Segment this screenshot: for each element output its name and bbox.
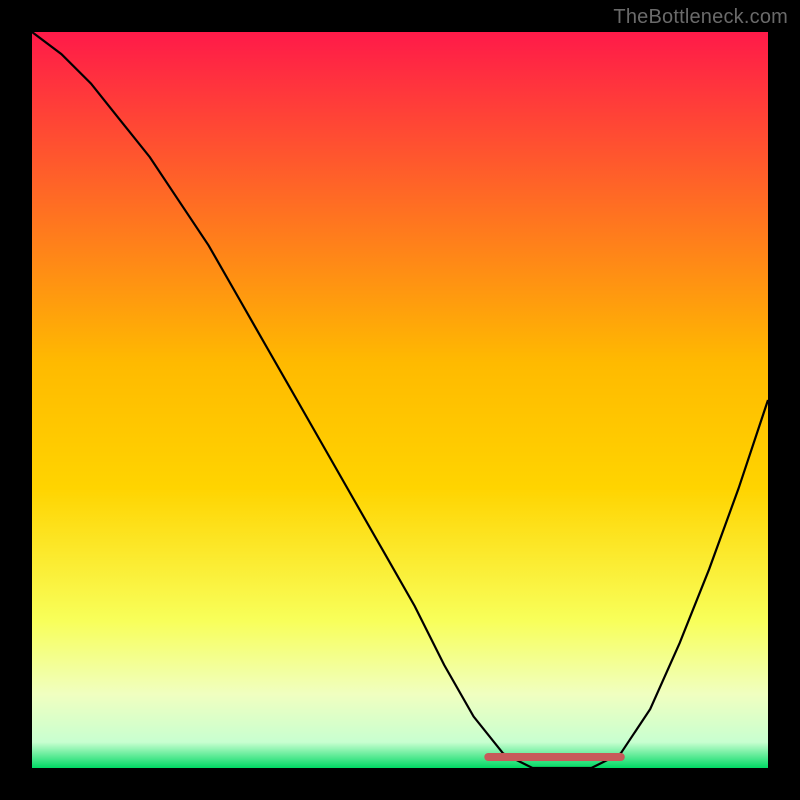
- bottleneck-curve: [32, 32, 768, 768]
- curve-path: [32, 32, 768, 768]
- plot-area: [32, 32, 768, 768]
- watermark-text: TheBottleneck.com: [613, 6, 788, 29]
- chart-frame: TheBottleneck.com: [0, 0, 800, 800]
